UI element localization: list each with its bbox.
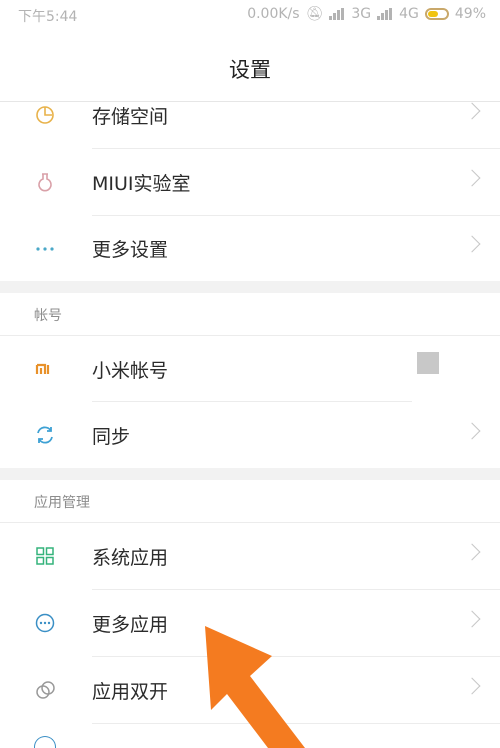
annotation-arrow-icon	[205, 626, 305, 748]
